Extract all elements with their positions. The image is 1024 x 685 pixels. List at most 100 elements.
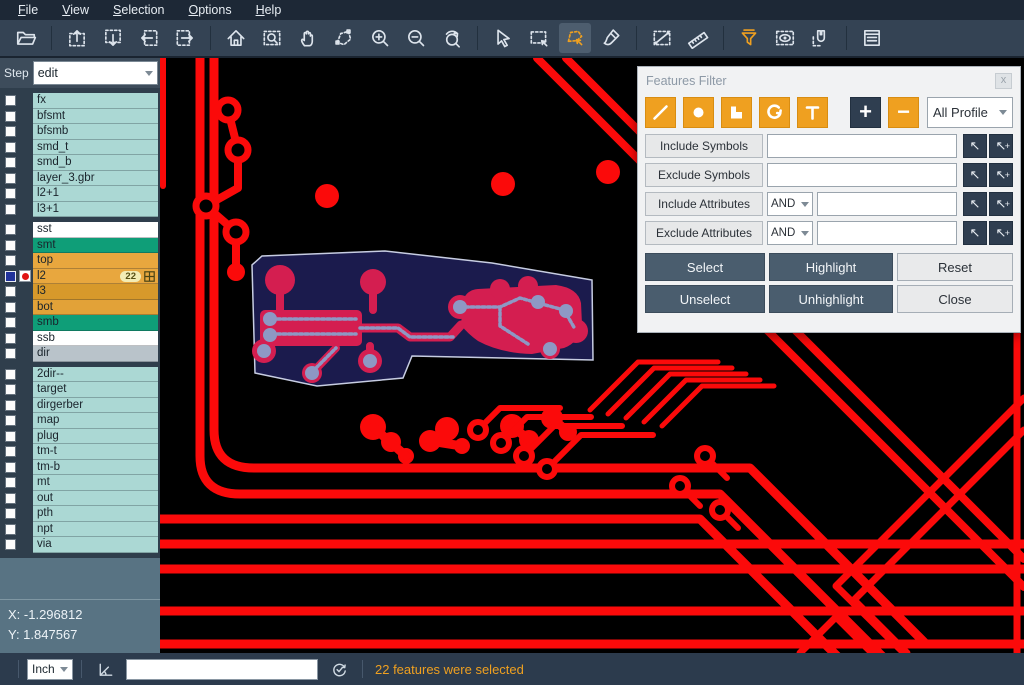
measure-ruler-button[interactable]: [682, 23, 714, 53]
layer-name[interactable]: smd_b: [33, 155, 158, 171]
layer-checkbox[interactable]: [5, 317, 16, 328]
unselect-button[interactable]: Unselect: [645, 285, 765, 313]
filter-pads-toggle[interactable]: [683, 97, 714, 128]
layer-name[interactable]: bot: [33, 300, 158, 316]
pick-attribute-button[interactable]: ↖: [963, 221, 987, 245]
menu-file[interactable]: File: [8, 1, 48, 19]
pick-add-symbol-button[interactable]: ↖+: [989, 134, 1013, 158]
layer-checkbox[interactable]: [5, 369, 16, 380]
zoom-window-button[interactable]: [256, 23, 288, 53]
layer-name[interactable]: l2+1: [33, 186, 158, 202]
layer-checkbox[interactable]: [5, 539, 16, 550]
filter-arcs-toggle[interactable]: [759, 97, 790, 128]
layer-name[interactable]: target: [33, 382, 158, 398]
include-attributes-and-select[interactable]: AND: [767, 192, 813, 216]
pick-add-attribute-button[interactable]: ↖+: [989, 192, 1013, 216]
layer-checkbox[interactable]: [5, 384, 16, 395]
layer-checkbox[interactable]: [5, 524, 16, 535]
layer-row[interactable]: bot: [0, 300, 160, 316]
move-right-button[interactable]: [169, 23, 201, 53]
exclude-attributes-and-select[interactable]: AND: [767, 221, 813, 245]
layer-checkbox[interactable]: [5, 446, 16, 457]
layer-row[interactable]: plug: [0, 429, 160, 445]
exclude-attributes-input[interactable]: [817, 221, 957, 245]
zoom-in-button[interactable]: [364, 23, 396, 53]
layer-name[interactable]: out: [33, 491, 158, 507]
layer-row[interactable]: l3+1: [0, 202, 160, 218]
layer-checkbox[interactable]: [5, 157, 16, 168]
layer-name[interactable]: mt: [33, 475, 158, 491]
layer-name[interactable]: smt: [33, 238, 158, 254]
layer-name[interactable]: layer_3.gbr: [33, 171, 158, 187]
clear-highlight-button[interactable]: [595, 23, 627, 53]
unit-select[interactable]: Inch: [27, 659, 73, 680]
filter-positive-toggle[interactable]: +: [850, 97, 881, 128]
layer-checkbox[interactable]: [5, 188, 16, 199]
include-attributes-button[interactable]: Include Attributes: [645, 192, 763, 216]
layer-name[interactable]: l3+1: [33, 202, 158, 218]
angle-tool-button[interactable]: [94, 658, 116, 680]
select-button[interactable]: Select: [645, 253, 765, 281]
pick-symbol-button[interactable]: ↖: [963, 134, 987, 158]
measure-rectangle-button[interactable]: [646, 23, 678, 53]
menu-view[interactable]: View: [52, 1, 99, 19]
layer-row[interactable]: map: [0, 413, 160, 429]
layer-row[interactable]: mt: [0, 475, 160, 491]
select-polygon-button[interactable]: [559, 23, 591, 53]
layer-name[interactable]: smb: [33, 315, 158, 331]
menu-selection[interactable]: Selection: [103, 1, 174, 19]
layer-row[interactable]: smd_t: [0, 140, 160, 156]
layer-checkbox[interactable]: [5, 111, 16, 122]
profile-select[interactable]: All Profile: [927, 97, 1013, 128]
layer-row[interactable]: ssb: [0, 331, 160, 347]
layer-checkbox[interactable]: [5, 286, 16, 297]
layer-row[interactable]: dirgerber: [0, 398, 160, 414]
layer-name[interactable]: plug: [33, 429, 158, 445]
layer-name[interactable]: smd_t: [33, 140, 158, 156]
layer-name[interactable]: top: [33, 253, 158, 269]
layer-name[interactable]: npt: [33, 522, 158, 538]
layer-row[interactable]: 2dir--: [0, 367, 160, 383]
open-button[interactable]: [10, 23, 42, 53]
layer-checkbox[interactable]: [5, 204, 16, 215]
filter-surfaces-toggle[interactable]: [721, 97, 752, 128]
layer-name[interactable]: dir: [33, 346, 158, 362]
layer-row[interactable]: top: [0, 253, 160, 269]
move-down-button[interactable]: [97, 23, 129, 53]
select-rectangle-button[interactable]: [523, 23, 555, 53]
layer-checkbox[interactable]: [5, 333, 16, 344]
layer-row[interactable]: via: [0, 537, 160, 553]
dialog-titlebar[interactable]: Features Filter x: [638, 67, 1020, 95]
layer-row[interactable]: l3: [0, 284, 160, 300]
layer-row[interactable]: smt: [0, 238, 160, 254]
layer-name[interactable]: via: [33, 537, 158, 553]
refresh-status-button[interactable]: [328, 658, 350, 680]
filter-negative-toggle[interactable]: −: [888, 97, 919, 128]
layer-checkbox[interactable]: [5, 302, 16, 313]
include-attributes-input[interactable]: [817, 192, 957, 216]
home-view-button[interactable]: [220, 23, 252, 53]
layer-name[interactable]: sst: [33, 222, 158, 238]
unhighlight-button[interactable]: Unhighlight: [769, 285, 893, 313]
layer-checkbox[interactable]: [5, 173, 16, 184]
display-options-button[interactable]: [769, 23, 801, 53]
highlight-button[interactable]: Highlight: [769, 253, 893, 281]
exclude-symbols-input[interactable]: [767, 163, 957, 187]
layer-row[interactable]: smd_b: [0, 155, 160, 171]
layer-row[interactable]: fx: [0, 93, 160, 109]
layer-checkbox[interactable]: [5, 493, 16, 504]
pick-attribute-button[interactable]: ↖: [963, 192, 987, 216]
layer-name[interactable]: pth: [33, 506, 158, 522]
layer-checkbox[interactable]: [5, 95, 16, 106]
layer-name[interactable]: l3: [33, 284, 158, 300]
layer-row[interactable]: smb: [0, 315, 160, 331]
layer-row[interactable]: layer_3.gbr: [0, 171, 160, 187]
layer-name[interactable]: l2 22: [33, 269, 158, 285]
layer-checkbox[interactable]: [5, 255, 16, 266]
layer-row[interactable]: out: [0, 491, 160, 507]
layer-checkbox[interactable]: [5, 415, 16, 426]
exclude-symbols-button[interactable]: Exclude Symbols: [645, 163, 763, 187]
layer-row[interactable]: target: [0, 382, 160, 398]
layer-row[interactable]: npt: [0, 522, 160, 538]
layer-checkbox[interactable]: [5, 462, 16, 473]
